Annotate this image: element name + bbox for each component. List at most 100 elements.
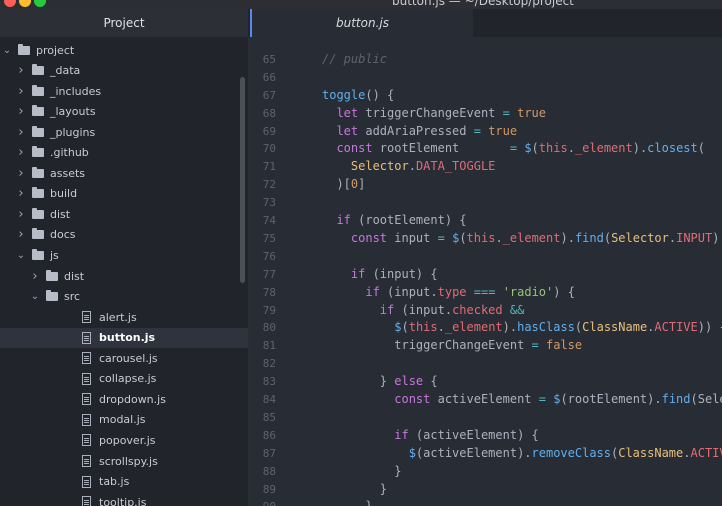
- code-token: checked: [452, 302, 503, 317]
- tree-folder[interactable]: ⌄ js: [0, 246, 248, 266]
- tab-project[interactable]: Project: [0, 9, 248, 37]
- line-number: 83: [262, 375, 276, 389]
- line-number: 78: [262, 285, 276, 299]
- tab-button-js[interactable]: button.js: [250, 9, 473, 37]
- chevron-right-icon[interactable]: ›: [16, 63, 26, 78]
- chevron-right-icon[interactable]: ›: [16, 186, 26, 201]
- tree-file[interactable]: popover.js: [0, 430, 248, 450]
- code-token: =: [538, 392, 546, 406]
- code-editor[interactable]: 65 66 67 68 69 70 71 72 73 74 75 76 77 78 79 80 81 82 83 84…: [250, 37, 722, 506]
- chevron-down-icon[interactable]: ⌄: [16, 250, 26, 261]
- folder-icon: [32, 249, 44, 260]
- line-number: 68: [262, 106, 276, 120]
- tree-folder[interactable]: › dist: [0, 266, 248, 286]
- line-number: 90: [250, 500, 276, 506]
- minimize-window-button[interactable]: [19, 0, 31, 7]
- tree-file[interactable]: tooltip.js: [0, 492, 248, 506]
- tree-item-label: dist: [50, 207, 71, 221]
- code-token: this: [466, 230, 496, 245]
- tree-item-label: collapse.js: [99, 372, 157, 386]
- line-number: 76: [262, 249, 276, 263]
- code-token: if: [322, 427, 416, 442]
- tree-folder[interactable]: › _layouts: [0, 102, 248, 122]
- tree-item-label: docs: [50, 228, 76, 242]
- code-token: }: [322, 481, 388, 496]
- tree-item-label: _plugins: [50, 125, 96, 139]
- chevron-right-icon[interactable]: ›: [16, 207, 26, 222]
- code-line: }: [322, 482, 387, 496]
- chevron-right-icon[interactable]: ›: [16, 166, 26, 181]
- code-token: )) {: [697, 320, 722, 335]
- code-token: ===: [473, 284, 496, 299]
- line-number: 80: [262, 321, 276, 335]
- close-window-button[interactable]: [4, 0, 16, 7]
- code-token: .: [495, 230, 503, 245]
- folder-icon: [32, 64, 44, 76]
- tree-folder[interactable]: › build: [0, 184, 248, 204]
- line-number: 67: [262, 88, 276, 102]
- folder-icon: [32, 146, 44, 158]
- code-token: {: [423, 374, 438, 389]
- chevron-right-icon[interactable]: ›: [16, 125, 26, 140]
- chevron-right-icon[interactable]: ›: [30, 269, 40, 284]
- code-token: .: [567, 141, 575, 156]
- line-number: 69: [262, 124, 276, 138]
- tree-file[interactable]: alert.js: [0, 307, 248, 327]
- chevron-down-icon[interactable]: ⌄: [2, 45, 12, 56]
- tree-item-label: assets: [50, 166, 86, 180]
- tree-folder[interactable]: ⌄ src: [0, 287, 248, 307]
- code-token: Selector: [322, 159, 409, 174]
- code-token: true: [517, 105, 547, 120]
- tree-file[interactable]: tab.js: [0, 472, 248, 492]
- code-token: let: [322, 105, 366, 120]
- folder-icon: [32, 105, 44, 117]
- tab-file-label: button.js: [336, 16, 389, 30]
- tree-item-label: tab.js: [99, 475, 130, 489]
- tree-file[interactable]: button.js: [0, 327, 248, 348]
- chevron-right-icon[interactable]: ›: [16, 145, 26, 160]
- line-number: 70: [262, 142, 276, 156]
- tree-folder[interactable]: › dist: [0, 204, 248, 224]
- tree-folder[interactable]: › _includes: [0, 81, 248, 101]
- tree-file[interactable]: scrollspy.js: [0, 451, 248, 471]
- code-line: let triggerChangeEvent = true: [322, 106, 546, 120]
- tree-folder[interactable]: › docs: [0, 225, 248, 245]
- folder-icon: [32, 125, 44, 137]
- code-token: const: [322, 141, 380, 156]
- tree-item-label: button.js: [99, 331, 156, 345]
- window-title: button.js — ~/Desktop/project: [392, 0, 574, 8]
- code-token: $: [322, 445, 416, 460]
- tree-folder[interactable]: › .github: [0, 143, 248, 163]
- chevron-right-icon[interactable]: ›: [16, 104, 26, 119]
- tab-project-label: Project: [103, 16, 145, 30]
- code-token: triggerChangeEvent: [365, 105, 503, 120]
- code-line: const activeElement = $(rootElement).fin…: [322, 392, 722, 406]
- tree-file[interactable]: collapse.js: [0, 369, 248, 389]
- tree-folder[interactable]: › _plugins: [0, 122, 248, 142]
- chevron-right-icon[interactable]: ›: [16, 84, 26, 99]
- tree-folder[interactable]: › _data: [0, 61, 248, 81]
- tree-file[interactable]: modal.js: [0, 410, 248, 430]
- code-token: _element: [574, 141, 633, 156]
- zoom-window-button[interactable]: [34, 0, 46, 7]
- tree-item-label: src: [64, 290, 81, 304]
- file-icon: [82, 413, 91, 426]
- chevron-down-icon[interactable]: ⌄: [30, 291, 40, 302]
- chevron-right-icon[interactable]: ›: [16, 227, 26, 242]
- code-line: triggerChangeEvent = false: [322, 338, 582, 352]
- code-token: input: [394, 230, 438, 245]
- tree-file[interactable]: dropdown.js: [0, 389, 248, 409]
- code-token: (: [531, 141, 539, 156]
- code-token: =: [502, 105, 510, 120]
- code-line: Selector.DATA_TOGGLE: [322, 159, 496, 174]
- code-token: if: [322, 213, 359, 227]
- tree-file[interactable]: carousel.js: [0, 348, 248, 368]
- tree-folder[interactable]: ⌄ project: [0, 40, 242, 60]
- tree-item-label: dropdown.js: [99, 392, 166, 406]
- file-icon: [82, 393, 91, 406]
- code-token: () {: [365, 87, 395, 102]
- line-number: 73: [262, 196, 276, 210]
- tree-folder[interactable]: › assets: [0, 163, 248, 183]
- folder-icon: [32, 166, 44, 178]
